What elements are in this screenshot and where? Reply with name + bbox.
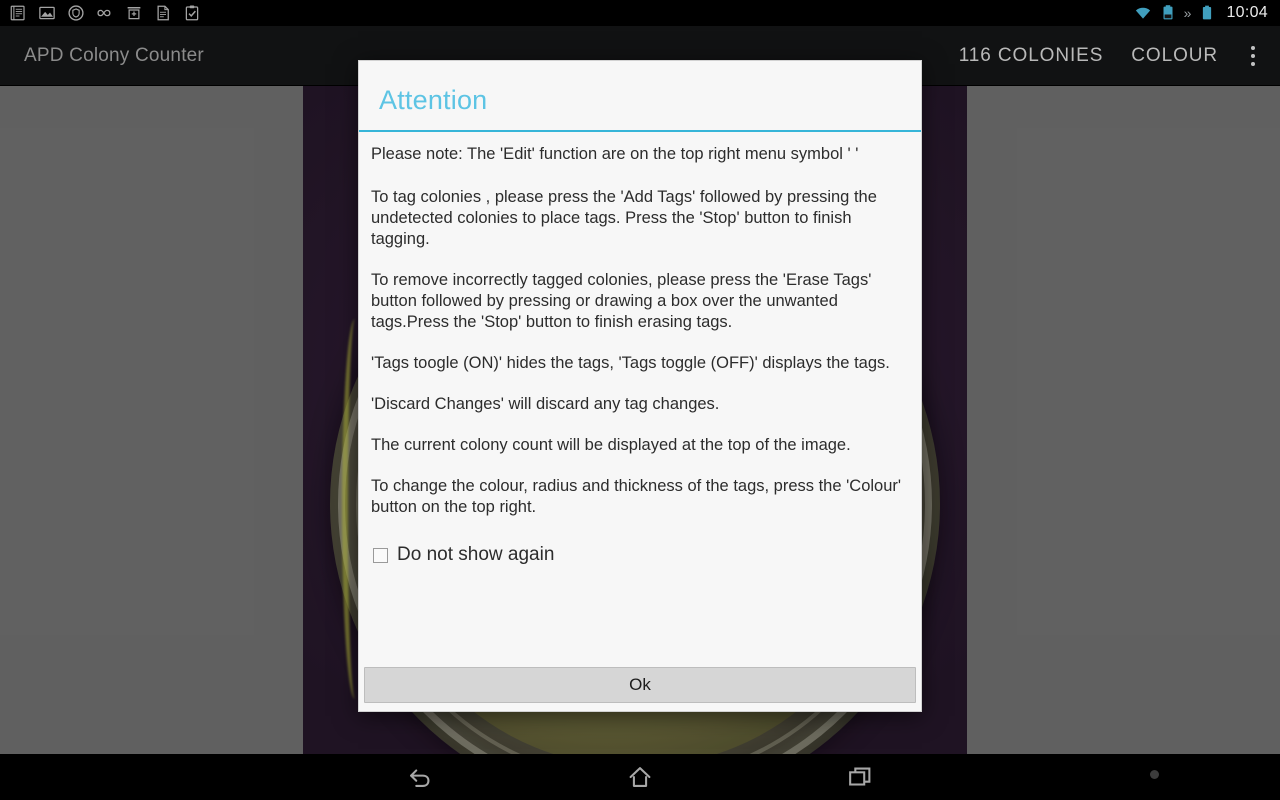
signal-battery-icon	[1163, 5, 1173, 20]
colony-count-label: 116 COLONIES	[958, 44, 1104, 66]
overflow-dot	[1251, 45, 1255, 50]
book-icon	[10, 5, 25, 21]
status-bar: » 10:04	[0, 0, 1280, 26]
overflow-dot	[1251, 61, 1255, 66]
ok-button[interactable]: Ok	[364, 667, 916, 703]
colour-button[interactable]: COLOUR	[1117, 37, 1232, 75]
android-screen: » 10:04 APD Colony Counter 116 COLONIES …	[0, 0, 1280, 800]
battery-icon	[1203, 5, 1212, 20]
back-icon[interactable]	[405, 762, 435, 792]
dialog-paragraph: To remove incorrectly tagged colonies, p…	[371, 271, 872, 331]
navigation-bar	[0, 754, 1280, 800]
dialog-message-body: Please note: The 'Edit' function are on …	[359, 132, 921, 661]
do-not-show-again-checkbox[interactable]: Do not show again	[371, 544, 907, 566]
dialog-paragraph: To change the colour, radius and thickne…	[371, 477, 902, 516]
infinity-icon	[97, 9, 111, 17]
home-icon[interactable]	[625, 762, 655, 792]
dialog-paragraph: 'Tags toogle (ON)' hides the tags, 'Tags…	[371, 354, 890, 372]
navigation-bar-indicator-dot	[1150, 770, 1159, 779]
dialog-footer: Ok	[359, 661, 921, 711]
shield-badge-icon	[68, 5, 84, 21]
wifi-icon	[1135, 7, 1150, 19]
page-title: APD Colony Counter	[24, 44, 204, 66]
status-bar-clock: 10:04	[1226, 4, 1268, 21]
more-chevron-icon: »	[1183, 5, 1192, 21]
checkbox-box-icon[interactable]	[373, 547, 388, 563]
action-bar-actions: 116 COLONIES COLOUR	[945, 34, 1280, 78]
checkbox-label: Do not show again	[397, 544, 555, 565]
dialog-paragraph: The current colony count will be display…	[371, 436, 851, 454]
dialog-paragraph: Please note: The 'Edit' function are on …	[371, 145, 859, 163]
dialog-paragraph: 'Discard Changes' will discard any tag c…	[371, 395, 720, 413]
clipboard-check-icon	[185, 5, 199, 21]
dialog-paragraph: To tag colonies , please press the 'Add …	[371, 188, 877, 248]
document-icon	[157, 5, 169, 21]
status-bar-notification-icons[interactable]	[0, 4, 201, 22]
navigation-buttons	[405, 762, 875, 792]
overflow-menu-icon[interactable]	[1236, 34, 1270, 78]
overflow-dot	[1251, 53, 1255, 58]
status-bar-system-icons[interactable]: » 10:04	[1134, 4, 1280, 22]
download-tray-icon	[127, 7, 141, 20]
gallery-image-icon	[39, 6, 55, 20]
dialog-title: Attention	[379, 85, 488, 115]
attention-dialog: Attention Please note: The 'Edit' functi…	[358, 60, 922, 712]
recent-apps-icon[interactable]	[845, 762, 875, 792]
